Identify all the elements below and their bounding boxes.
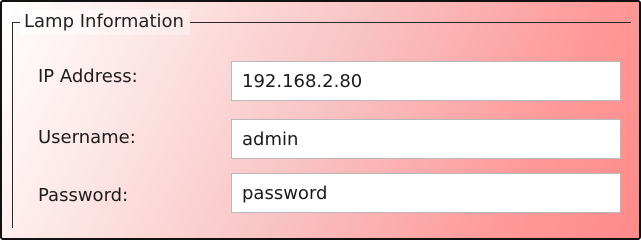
- lamp-information-panel: Lamp Information IP Address: Username: P…: [0, 0, 641, 240]
- username-label: Username:: [38, 127, 136, 148]
- username-input[interactable]: [231, 119, 621, 159]
- ip-address-input[interactable]: [231, 61, 621, 101]
- groupbox-left-border: [12, 22, 13, 228]
- groupbox-title: Lamp Information: [20, 9, 190, 35]
- password-label: Password:: [38, 185, 129, 206]
- ip-address-label: IP Address:: [38, 66, 138, 87]
- password-input[interactable]: [231, 173, 621, 213]
